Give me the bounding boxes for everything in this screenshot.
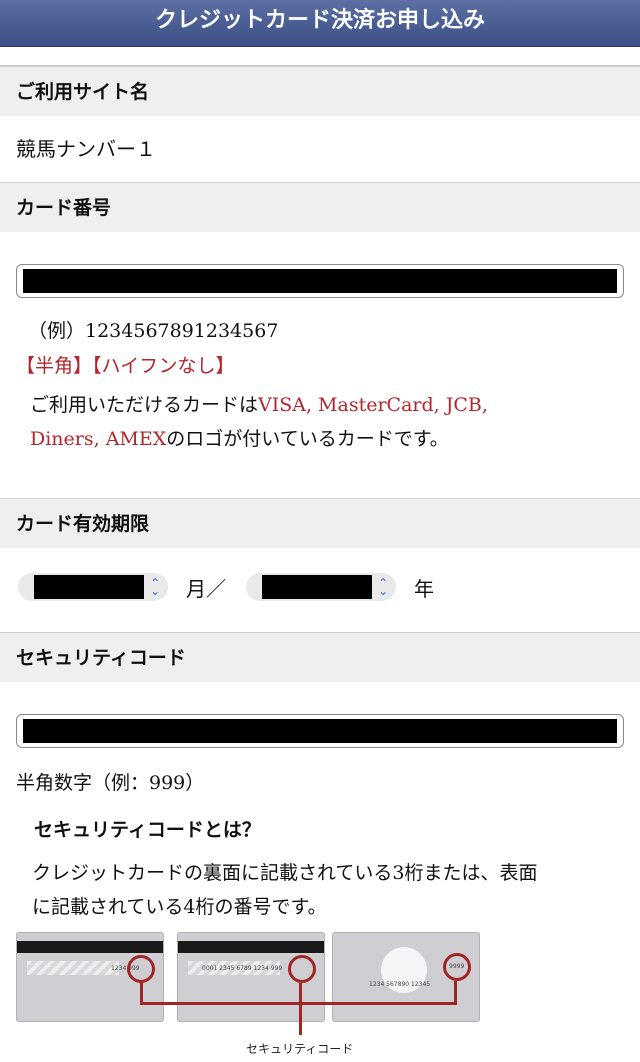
desc-line1: クレジットカードの裏面に記載されている3桁または、表面 — [32, 862, 538, 884]
card2-number: 0001 2345 6789 1234 999 — [202, 965, 283, 972]
brands-line1: VISA, MasterCard, JCB, — [258, 394, 488, 416]
expiry-month-select[interactable]: ⌃ ⌄ — [18, 573, 168, 601]
expiry-heading: カード有効期限 — [0, 498, 640, 548]
card-number-heading: カード番号 — [0, 182, 640, 232]
card-brands-notice: ご利用いただけるカードはVISA, MasterCard, JCB, Diner… — [16, 388, 624, 456]
diagram-label: セキュリティコード — [246, 1042, 354, 1056]
security-code-heading: セキュリティコード — [0, 632, 640, 682]
chevron-updown-icon: ⌃ ⌄ — [378, 576, 389, 598]
brands-line2: Diners, AMEX — [30, 428, 167, 450]
card-number-example: （例）1234567891234567 — [28, 320, 279, 342]
card-number-input[interactable] — [16, 264, 624, 298]
notice-suffix: のロゴが付いているカードです。 — [166, 428, 449, 450]
expiry-year-masked — [262, 575, 373, 599]
month-unit: 月／ — [186, 576, 226, 601]
security-code-masked-value — [23, 719, 617, 743]
page-header: クレジットカード決済お申し込み — [0, 0, 640, 47]
card-number-masked-value — [23, 269, 617, 293]
header-gap — [0, 47, 640, 66]
card-back-image: 1234 999 — [16, 932, 164, 1022]
security-code-input[interactable] — [16, 714, 624, 748]
card-number-hint: 【半角】【ハイフンなし】 — [16, 355, 235, 377]
highlight-circle — [443, 953, 471, 981]
card-front-image: 1234 567890 12345 9999 — [332, 932, 480, 1022]
highlight-circle — [288, 955, 316, 983]
security-code-note: 半角数字（例：999） — [16, 772, 205, 794]
card3-number: 1234 567890 12345 — [369, 981, 431, 988]
notice-prefix: ご利用いただけるカードは — [30, 394, 259, 416]
year-unit: 年 — [414, 576, 434, 601]
site-name-heading: ご利用サイト名 — [0, 66, 640, 116]
security-code-what-title: セキュリティコードとは？ — [34, 819, 261, 841]
highlight-circle — [127, 955, 155, 983]
security-code-diagram: 1234 999 0001 2345 6789 1234 999 1234 56… — [16, 932, 624, 1062]
expiry-year-select[interactable]: ⌃ ⌄ — [246, 573, 396, 601]
card-back-image-2: 0001 2345 6789 1234 999 — [177, 932, 325, 1022]
site-name-value: 競馬ナンバー１ — [16, 137, 156, 161]
security-code-description: クレジットカードの裏面に記載されている3桁または、表面 に記載されている4桁の番… — [32, 856, 624, 924]
chevron-updown-icon: ⌃ ⌄ — [150, 576, 161, 598]
page-title: クレジットカード決済お申し込み — [154, 7, 485, 33]
desc-line2: に記載されている4桁の番号です。 — [32, 896, 327, 918]
expiry-month-masked — [34, 575, 145, 599]
